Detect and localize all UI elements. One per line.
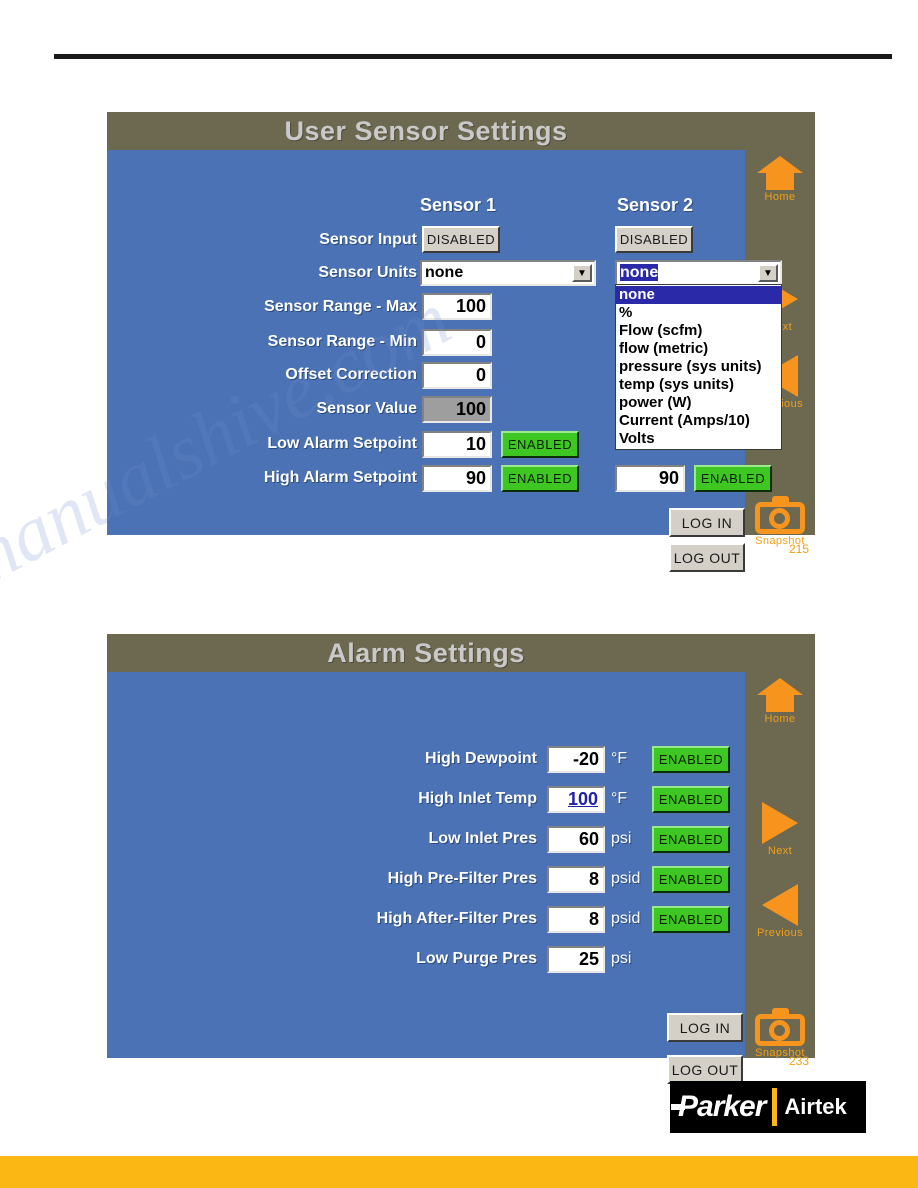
logo-sub-text: Airtek [784, 1094, 847, 1119]
column-header-sensor-2: Sensor 2 [617, 195, 694, 215]
sensor2-high-alarm-state-button[interactable]: ENABLED [694, 465, 772, 492]
alarm-row-unit-label: °F [611, 750, 628, 767]
logo-divider [772, 1088, 778, 1126]
label-low-alarm-setpoint: Low Alarm Setpoint [267, 435, 417, 452]
label-high-alarm-setpoint: High Alarm Setpoint [263, 469, 417, 486]
alarm-row-value-input[interactable]: 8 [547, 906, 605, 933]
alarm-row-label: High Inlet Temp [418, 790, 537, 807]
alarm-row-value-input[interactable]: -20 [547, 746, 605, 773]
chevron-right-icon [762, 802, 798, 844]
alarm-row-state-button[interactable]: ENABLED [652, 906, 730, 933]
sensor1-low-alarm-input[interactable]: 10 [422, 431, 492, 458]
alarm-row-label: High Dewpoint [425, 750, 537, 767]
sensor1-range-min-input[interactable]: 0 [422, 329, 492, 356]
chevron-left-icon [762, 884, 798, 926]
snapshot-button-p2[interactable]: Snapshot [745, 1008, 815, 1059]
sensor2-units-dropdown-list[interactable]: none% Flow (scfm) flow (metric) pressure (s… [615, 284, 782, 450]
nav-next-button-p2[interactable]: Next [745, 802, 815, 857]
nav-home-button-p1[interactable]: Home [745, 156, 815, 203]
sensor2-units-combobox[interactable]: none ▼ [615, 260, 782, 286]
alarm-row-unit-label: psid [611, 870, 641, 887]
panel-title-alarm-settings: Alarm Settings [107, 634, 815, 672]
dropdown-option[interactable]: % [616, 304, 781, 322]
sensor1-sensor-value-readout: 100 [422, 396, 492, 423]
alarm-row-unit-label: psi [611, 950, 632, 967]
logout-button-p1[interactable]: LOG OUT [669, 543, 745, 572]
page-number-p2: 233 [788, 1054, 809, 1068]
dropdown-option[interactable]: pressure (sys units) [616, 358, 781, 376]
nav-home-label-p2: Home [764, 713, 796, 725]
panel2-sidebar: Home Next Previous Snapshot 233 [745, 672, 815, 1068]
header-divider-rule [54, 54, 892, 59]
sensor1-input-state-button[interactable]: DISABLED [422, 226, 500, 253]
panel-title-user-sensor-settings: User Sensor Settings [107, 112, 815, 150]
label-sensor-range-min: Sensor Range - Min [267, 333, 417, 350]
camera-icon [755, 1008, 805, 1046]
home-icon [757, 156, 803, 190]
camera-icon [755, 496, 805, 534]
sensor1-units-combobox[interactable]: none ▼ [420, 260, 596, 286]
alarm-row-value-input[interactable]: 60 [547, 826, 605, 853]
dropdown-option[interactable]: Flow (scfm) [616, 322, 781, 340]
label-sensor-input: Sensor Input [319, 231, 417, 248]
login-button-p1[interactable]: LOG IN [669, 508, 745, 537]
user-sensor-settings-panel: User Sensor Settings Home Next Previous … [107, 112, 815, 572]
alarm-row-unit-label: psi [611, 830, 632, 847]
alarm-row-state-button[interactable]: ENABLED [652, 866, 730, 893]
label-offset-correction: Offset Correction [285, 366, 417, 383]
sensor1-offset-correction-input[interactable]: 0 [422, 362, 492, 389]
alarm-row-label: High After-Filter Pres [376, 910, 537, 927]
user-sensor-settings-body: Home Next Previous Snapshot 215 Sensor 1… [107, 150, 815, 572]
sensor2-units-value: none [617, 264, 758, 282]
alarm-row-state-button[interactable]: ENABLED [652, 786, 730, 813]
parker-airtek-logo: Parker Airtek [670, 1081, 866, 1133]
dropdown-option[interactable]: flow (metric) [616, 340, 781, 358]
label-sensor-units: Sensor Units [318, 264, 417, 281]
sensor2-input-state-button[interactable]: DISABLED [615, 226, 693, 253]
alarm-row-state-button[interactable]: ENABLED [652, 826, 730, 853]
dropdown-option[interactable]: none [616, 286, 781, 304]
dropdown-option[interactable]: temp (sys units) [616, 376, 781, 394]
alarm-row-label: Low Inlet Pres [428, 830, 537, 847]
alarm-row-unit-label: psid [611, 910, 641, 927]
alarm-row-label: High Pre-Filter Pres [387, 870, 537, 887]
alarm-row-value-input[interactable]: 8 [547, 866, 605, 893]
footer-accent-band [0, 1156, 918, 1188]
alarm-row-state-button[interactable]: ENABLED [652, 746, 730, 773]
chevron-down-icon[interactable]: ▼ [758, 264, 778, 282]
nav-home-button-p2[interactable]: Home [745, 678, 815, 725]
column-header-sensor-1: Sensor 1 [420, 195, 497, 215]
alarm-row-label: Low Purge Pres [416, 950, 537, 967]
sensor1-units-value: none [425, 264, 464, 281]
nav-previous-button-p2[interactable]: Previous [745, 884, 815, 939]
nav-home-label-p1: Home [764, 191, 796, 203]
sensor2-high-alarm-input[interactable]: 90 [615, 465, 685, 492]
dropdown-option[interactable]: Volts [616, 430, 781, 448]
page-number-p1: 215 [788, 542, 809, 556]
alarm-settings-body: Home Next Previous Snapshot 233 High Dew… [107, 672, 815, 1084]
logout-button-p2[interactable]: LOG OUT [667, 1055, 743, 1084]
alarm-settings-panel: Alarm Settings Home Next Previous Snapsh… [107, 634, 815, 1084]
snapshot-button-p1[interactable]: Snapshot [745, 496, 815, 547]
alarm-row-value-input[interactable]: 100 [547, 786, 605, 813]
sensor1-range-max-input[interactable]: 100 [422, 293, 492, 320]
alarm-row-value-input[interactable]: 25 [547, 946, 605, 973]
label-sensor-value: Sensor Value [316, 400, 418, 417]
sensor1-low-alarm-state-button[interactable]: ENABLED [501, 431, 579, 458]
dropdown-option[interactable]: power (W) [616, 394, 781, 412]
login-button-p2[interactable]: LOG IN [667, 1013, 743, 1042]
nav-next-label-p2: Next [767, 845, 793, 857]
nav-previous-label-p2: Previous [757, 927, 803, 939]
sensor1-high-alarm-state-button[interactable]: ENABLED [501, 465, 579, 492]
logo-brand-text: Parker [670, 1090, 766, 1123]
label-sensor-range-max: Sensor Range - Max [264, 298, 417, 315]
home-icon [757, 678, 803, 712]
dropdown-option[interactable]: Current (Amps/10) [616, 412, 781, 430]
sensor1-high-alarm-input[interactable]: 90 [422, 465, 492, 492]
chevron-down-icon[interactable]: ▼ [572, 264, 592, 282]
alarm-row-unit-label: °F [611, 790, 628, 807]
